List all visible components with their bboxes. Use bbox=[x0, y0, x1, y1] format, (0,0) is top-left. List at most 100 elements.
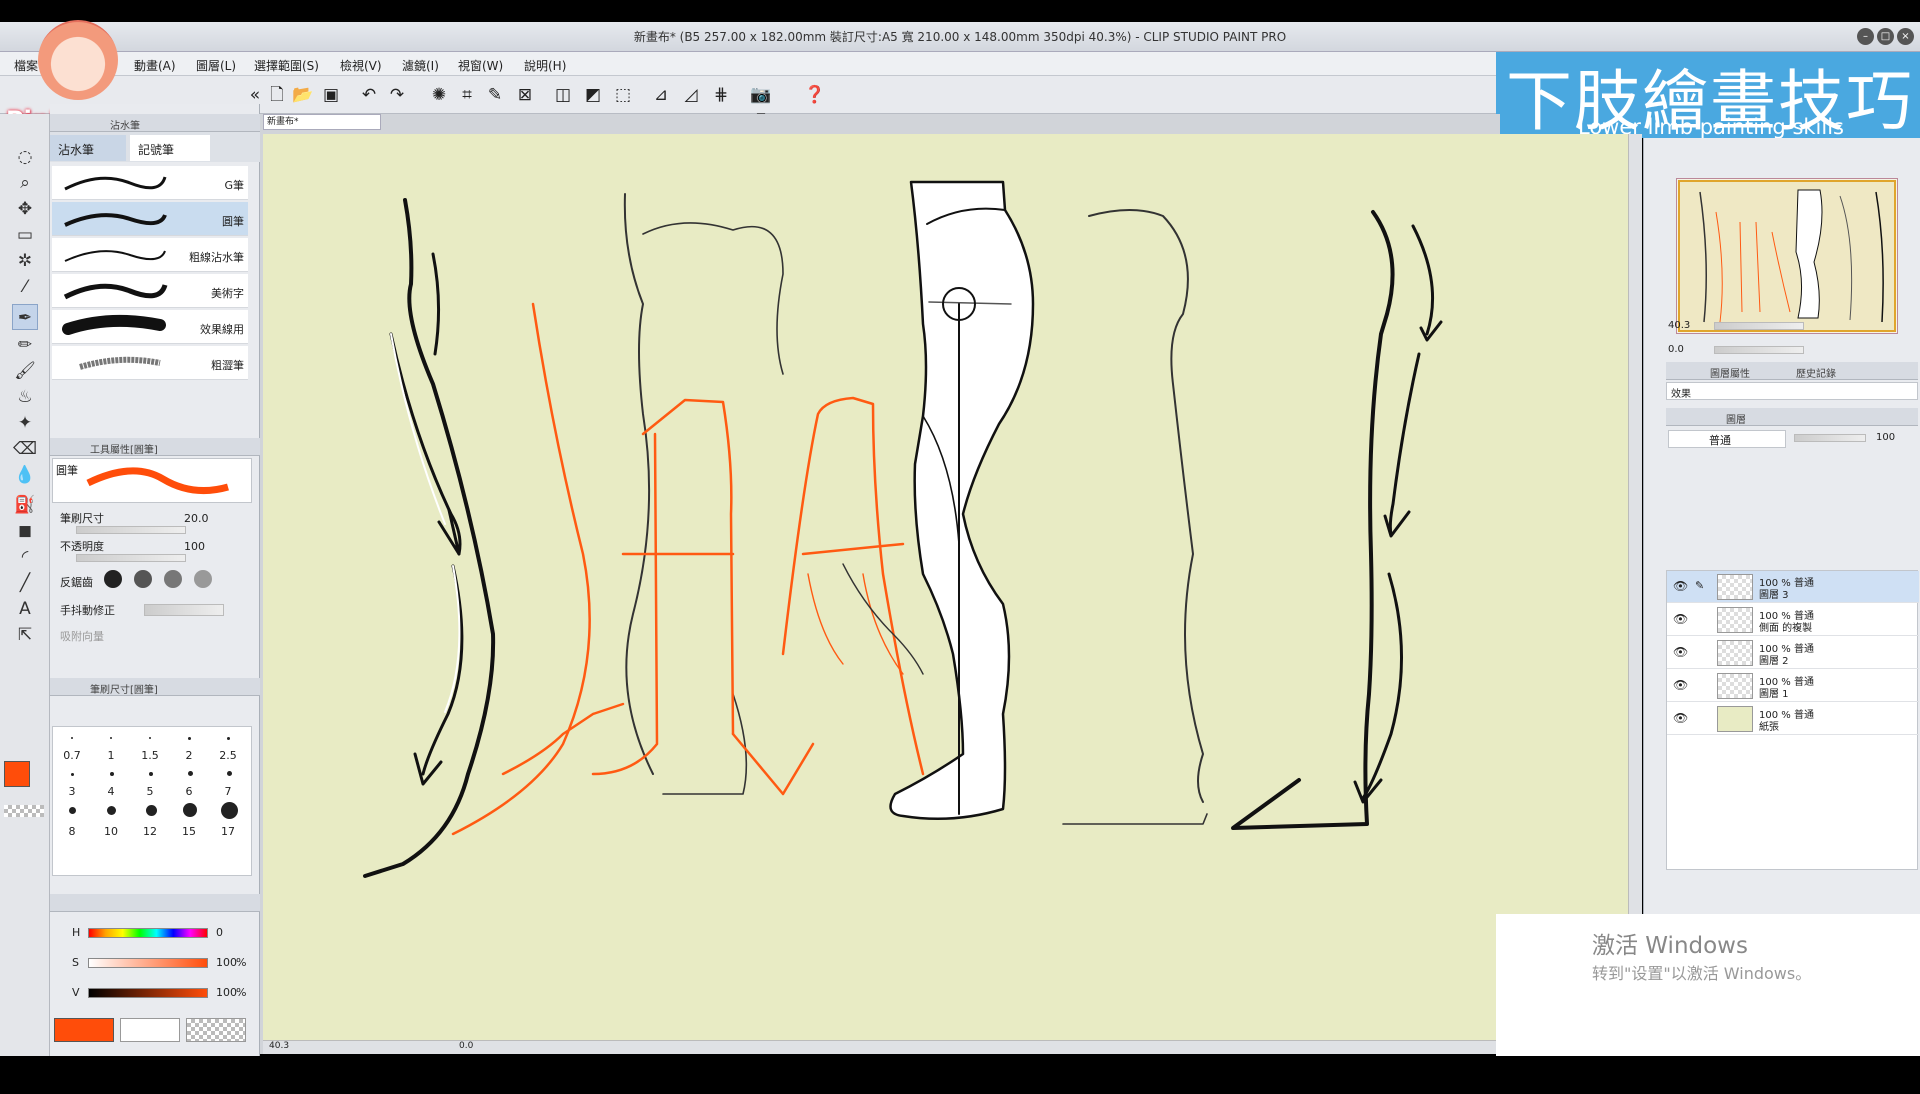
size-value[interactable]: 17 bbox=[209, 825, 247, 838]
transform-icon[interactable]: ⌗ bbox=[456, 84, 478, 106]
transparent-swatch[interactable] bbox=[186, 1018, 246, 1042]
maximize-button[interactable]: □ bbox=[1877, 28, 1894, 45]
gradient-icon[interactable]: ◼ bbox=[12, 518, 38, 544]
menu-window[interactable]: 視窗(W) bbox=[458, 57, 503, 74]
eye-icon[interactable]: 👁 bbox=[1673, 678, 1688, 692]
blend-mode-select[interactable]: 普通 bbox=[1668, 430, 1786, 448]
eye-icon[interactable]: 👁 bbox=[1673, 645, 1688, 659]
layer-property-tab[interactable]: 圖層屬性 bbox=[1710, 365, 1750, 380]
transparent-color-swatch[interactable] bbox=[4, 805, 44, 817]
pen-tool-icon[interactable]: ✒ bbox=[12, 304, 38, 330]
ruler-icon[interactable]: ⊿ bbox=[650, 84, 672, 106]
size-value[interactable]: 0.7 bbox=[53, 749, 91, 762]
eye-icon[interactable]: 👁 bbox=[1673, 612, 1688, 626]
size-value[interactable]: 15 bbox=[170, 825, 208, 838]
stabilization-slider[interactable] bbox=[144, 604, 224, 616]
deselect-icon[interactable]: ⬚ bbox=[612, 84, 634, 106]
brush-item[interactable]: 圓筆 bbox=[52, 202, 248, 236]
status-zoom[interactable]: 40.3 bbox=[269, 1041, 289, 1051]
minimize-button[interactable]: – bbox=[1857, 28, 1874, 45]
new-file-icon[interactable]: 🗋 bbox=[266, 84, 288, 106]
size-value[interactable]: 12 bbox=[131, 825, 169, 838]
layer-tab[interactable]: 圖層 bbox=[1726, 411, 1746, 426]
redo-icon[interactable]: ↷ bbox=[386, 84, 408, 106]
antialias-option[interactable] bbox=[104, 570, 122, 588]
saturation-value[interactable]: 100 bbox=[216, 956, 237, 969]
layer-row[interactable]: 👁 100 % 普通 紙張 bbox=[1667, 703, 1919, 735]
airbrush-icon[interactable]: ♨ bbox=[12, 384, 38, 410]
size-value[interactable]: 5 bbox=[131, 785, 169, 798]
clear-icon[interactable]: ◫ bbox=[552, 84, 574, 106]
layer-row[interactable]: 👁 ✎ 100 % 普通 圖層 3 bbox=[1667, 571, 1919, 603]
navigator-zoom-slider[interactable] bbox=[1714, 322, 1804, 330]
brush-item[interactable]: 美術字 bbox=[52, 274, 248, 308]
size-value[interactable]: 3 bbox=[53, 785, 91, 798]
eyedropper-icon[interactable]: ⁄ bbox=[12, 274, 38, 300]
camera-icon[interactable]: 📷▾ bbox=[750, 84, 772, 127]
decoration-icon[interactable]: ✦ bbox=[12, 410, 38, 436]
eye-icon[interactable]: 👁 bbox=[1673, 711, 1688, 725]
layer-row[interactable]: 👁 100 % 普通 圖層 2 bbox=[1667, 637, 1919, 669]
menu-help[interactable]: 說明(H) bbox=[524, 57, 566, 74]
saturation-slider[interactable] bbox=[88, 958, 208, 968]
tab-marker[interactable]: 記號筆 bbox=[130, 135, 210, 161]
size-value[interactable]: 6 bbox=[170, 785, 208, 798]
antialias-option[interactable] bbox=[134, 570, 152, 588]
undo-icon[interactable]: ↶ bbox=[358, 84, 380, 106]
effect-field[interactable]: 效果 bbox=[1666, 382, 1918, 400]
opacity-slider[interactable] bbox=[76, 554, 186, 562]
figure-tool-icon[interactable]: ◜ bbox=[12, 544, 38, 570]
magic-wand-icon[interactable]: ✲ bbox=[12, 248, 38, 274]
fill-icon[interactable]: ◩ bbox=[582, 84, 604, 106]
help-icon[interactable]: ❓ bbox=[804, 84, 826, 106]
brush-item[interactable]: 粗澀筆 bbox=[52, 346, 248, 380]
selection-tool-icon[interactable]: ▭ bbox=[12, 222, 38, 248]
value-value[interactable]: 100 bbox=[216, 986, 237, 999]
size-value[interactable]: 2 bbox=[170, 749, 208, 762]
line-tool-icon[interactable]: ╱ bbox=[12, 570, 38, 596]
antialias-option[interactable] bbox=[164, 570, 182, 588]
eye-icon[interactable]: 👁 bbox=[1673, 579, 1688, 593]
size-value[interactable]: 1 bbox=[92, 749, 130, 762]
antialias-option[interactable] bbox=[194, 570, 212, 588]
layer-row[interactable]: 👁 100 % 普通 側面 的複製 bbox=[1667, 604, 1919, 636]
value-slider[interactable] bbox=[88, 988, 208, 998]
status-angle[interactable]: 0.0 bbox=[459, 1041, 473, 1051]
brush-tool-icon[interactable]: 🖌 bbox=[12, 358, 38, 384]
blend-tool-icon[interactable]: 💧 bbox=[12, 462, 38, 488]
main-color-swatch[interactable] bbox=[54, 1018, 114, 1042]
fill-tool-icon[interactable]: ⛽ bbox=[12, 492, 38, 518]
menu-filter[interactable]: 濾鏡(I) bbox=[402, 57, 439, 74]
move-tool-icon[interactable]: ✥ bbox=[12, 196, 38, 222]
hue-slider[interactable] bbox=[88, 928, 208, 938]
brush-item[interactable]: 效果線用 bbox=[52, 310, 248, 344]
navigator-thumbnail[interactable] bbox=[1678, 180, 1896, 332]
menu-selection[interactable]: 選擇範圍(S) bbox=[254, 57, 319, 74]
crop-icon[interactable]: ⊠ bbox=[514, 84, 536, 106]
opacity-value[interactable]: 100 bbox=[184, 540, 205, 553]
drawing-canvas[interactable] bbox=[263, 134, 1633, 1044]
brush-item[interactable]: G筆 bbox=[52, 166, 248, 200]
pencil-tool-icon[interactable]: ✏ bbox=[12, 332, 38, 358]
menu-layer[interactable]: 圖層(L) bbox=[196, 57, 236, 74]
size-value[interactable]: 10 bbox=[92, 825, 130, 838]
grid-icon[interactable]: ⋕ bbox=[710, 84, 732, 106]
size-value[interactable]: 7 bbox=[209, 785, 247, 798]
save-icon[interactable]: ▣ bbox=[320, 84, 342, 106]
navigator-zoom-value[interactable]: 40.3 bbox=[1668, 320, 1690, 331]
size-value[interactable]: 8 bbox=[53, 825, 91, 838]
collapse-icon[interactable]: « bbox=[244, 84, 266, 106]
open-file-icon[interactable]: 📂 bbox=[292, 84, 314, 106]
history-tab[interactable]: 歷史記錄 bbox=[1796, 365, 1836, 380]
eraser-icon[interactable]: ⌫ bbox=[12, 436, 38, 462]
lasso-icon[interactable]: ◌ bbox=[12, 144, 38, 170]
layer-opacity-slider[interactable] bbox=[1794, 434, 1866, 442]
tab-pen[interactable]: 沾水筆 bbox=[50, 135, 126, 161]
brush-size-slider[interactable] bbox=[76, 526, 186, 534]
size-value[interactable]: 4 bbox=[92, 785, 130, 798]
brush-item[interactable]: 粗線沾水筆 bbox=[52, 238, 248, 272]
navigator-rotate-slider[interactable] bbox=[1714, 346, 1804, 354]
pen-icon[interactable]: ✎ bbox=[484, 84, 506, 106]
perspective-icon[interactable]: ◿ bbox=[680, 84, 702, 106]
document-tab[interactable]: 新畫布* bbox=[263, 114, 381, 130]
